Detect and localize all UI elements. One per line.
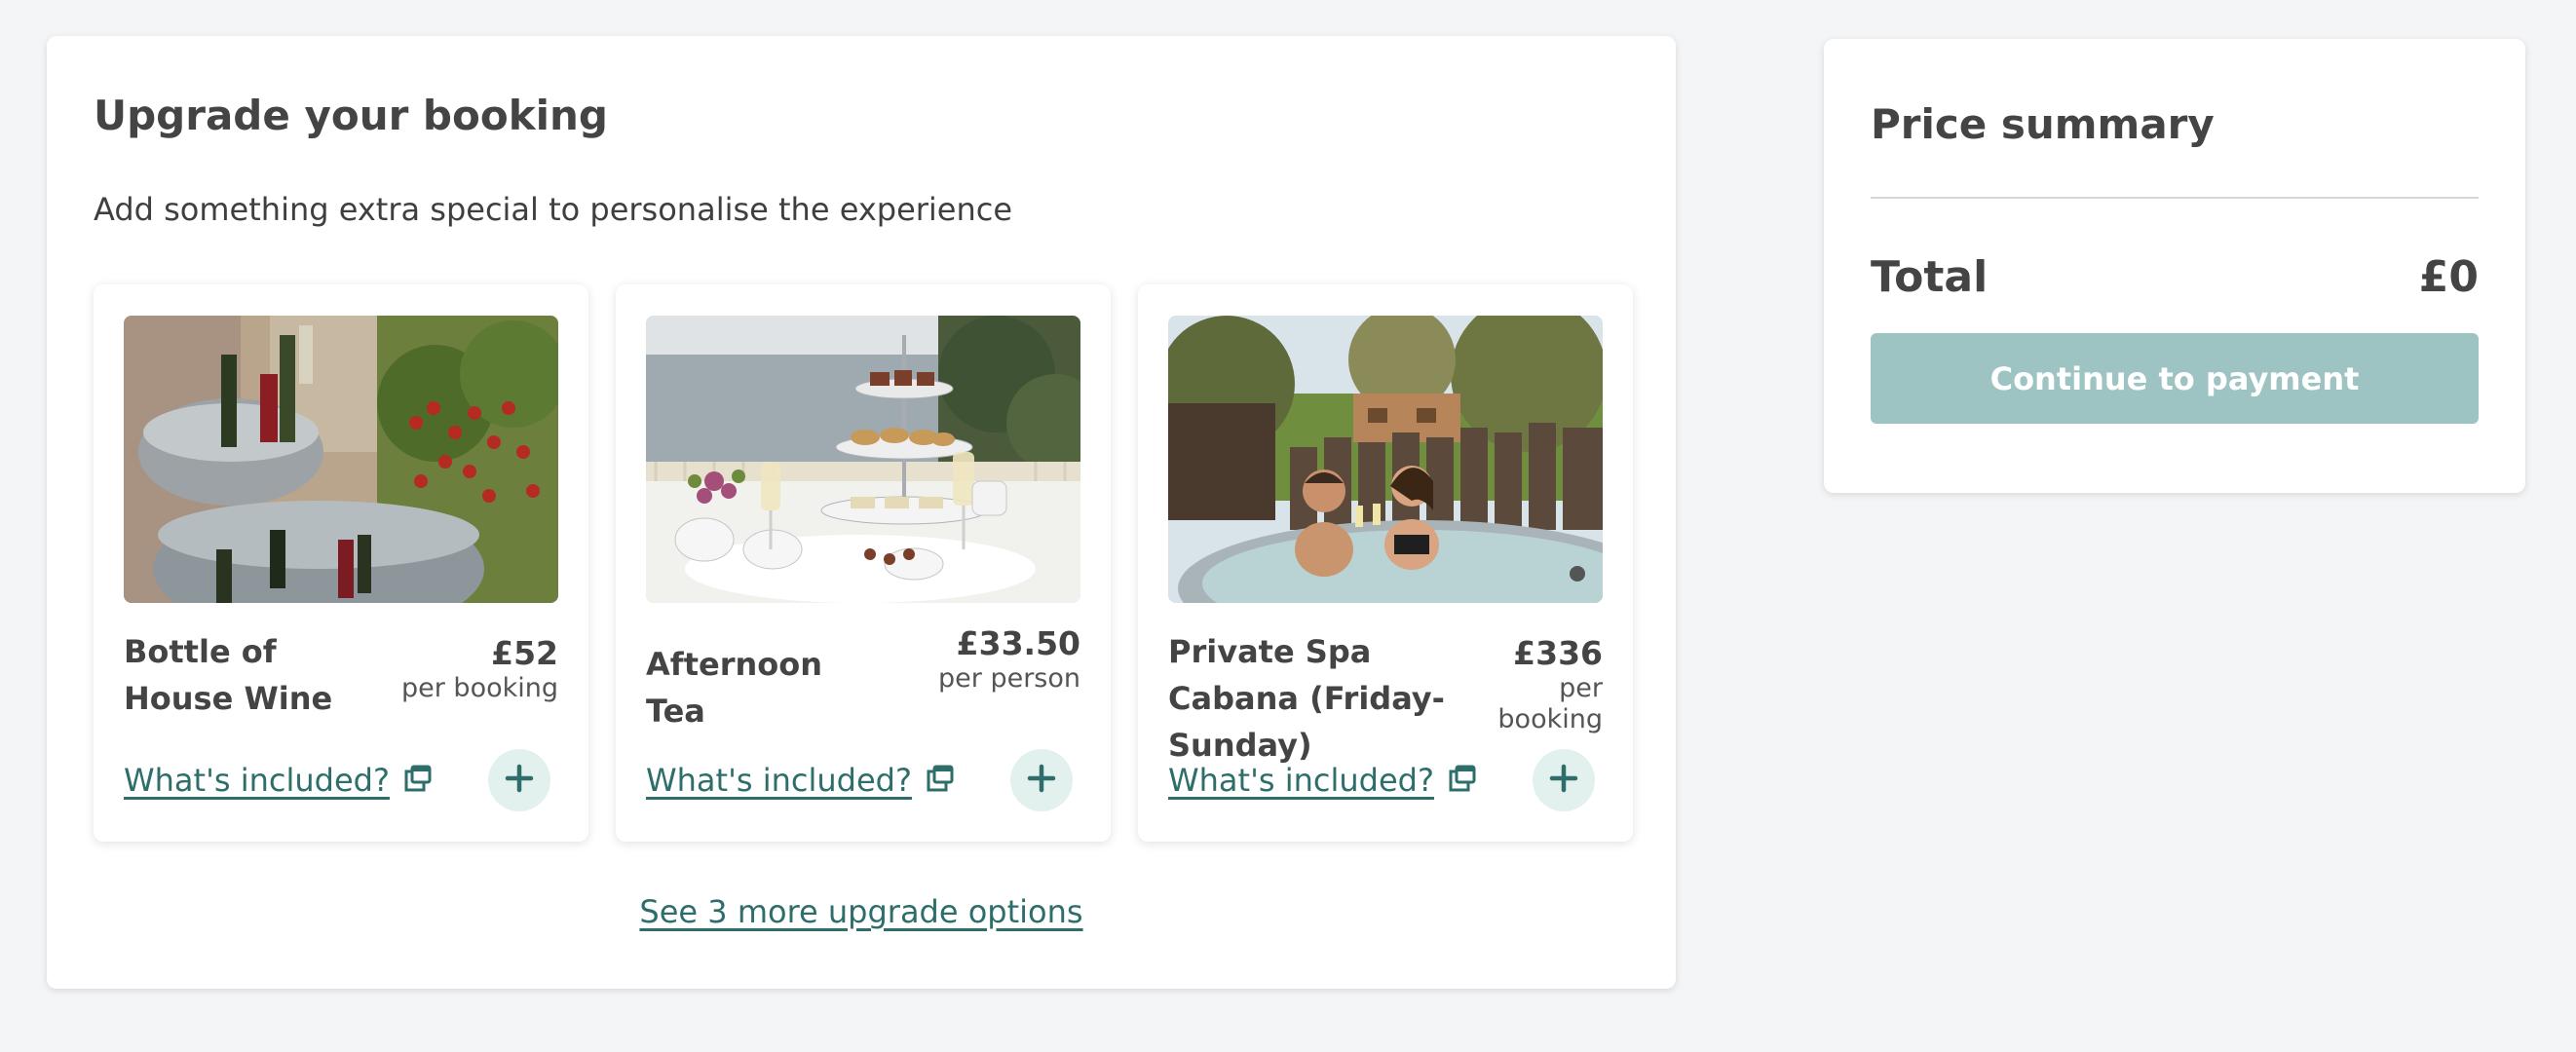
- whats-included-link[interactable]: What's included?: [1168, 762, 1477, 799]
- upgrade-price: £33.50: [956, 624, 1080, 662]
- whats-included-link[interactable]: What's included?: [646, 762, 955, 799]
- price-summary-title: Price summary: [1871, 100, 2215, 148]
- upgrade-card-afternoon-tea: Afternoon Tea £33.50 per person What's i…: [616, 284, 1111, 842]
- upgrade-panel: Upgrade your booking Add something extra…: [47, 36, 1676, 989]
- open-dialog-icon: [926, 764, 955, 797]
- upgrade-card-spa-cabana: Private Spa Cabana (Friday-Sunday) £336 …: [1138, 284, 1633, 842]
- upgrade-card-wine: Bottle of House Wine £52 per booking Wha…: [94, 284, 588, 842]
- upgrade-price-unit: per booking: [1497, 673, 1603, 734]
- plus-icon: [1549, 764, 1578, 797]
- add-upgrade-button[interactable]: [1010, 749, 1073, 811]
- total-value: £0: [2418, 252, 2479, 302]
- upgrade-title: Upgrade your booking: [94, 92, 608, 139]
- price-summary-panel: Price summary Total £0 Continue to payme…: [1824, 39, 2525, 493]
- open-dialog-icon: [1448, 764, 1477, 797]
- afternoon-tea-image: [646, 316, 1080, 603]
- continue-to-payment-button[interactable]: Continue to payment: [1871, 333, 2479, 424]
- add-upgrade-button[interactable]: [488, 749, 550, 811]
- upgrade-subtitle: Add something extra special to personali…: [94, 191, 1013, 228]
- upgrade-name: Afternoon Tea: [646, 646, 822, 730]
- spa-hot-tub-image: [1168, 316, 1603, 603]
- upgrade-price: £52: [491, 634, 558, 672]
- open-dialog-icon: [403, 764, 433, 797]
- upgrade-price-unit: per person: [938, 663, 1080, 694]
- add-upgrade-button[interactable]: [1533, 749, 1595, 811]
- whats-included-label: What's included?: [646, 762, 912, 799]
- plus-icon: [1027, 764, 1056, 797]
- whats-included-link[interactable]: What's included?: [124, 762, 433, 799]
- whats-included-label: What's included?: [1168, 762, 1434, 799]
- plus-icon: [505, 764, 534, 797]
- upgrade-cards: Bottle of House Wine £52 per booking Wha…: [94, 284, 1633, 842]
- upgrade-price: £336: [1513, 634, 1603, 672]
- more-upgrades-link[interactable]: See 3 more upgrade options: [47, 893, 1676, 930]
- summary-divider: [1871, 197, 2479, 199]
- wine-bottles-image: [124, 316, 558, 603]
- upgrade-price-unit: per booking: [401, 673, 558, 703]
- whats-included-label: What's included?: [124, 762, 390, 799]
- upgrade-name: Private Spa Cabana (Friday-Sunday): [1168, 633, 1445, 764]
- upgrade-name: Bottle of House Wine: [124, 633, 333, 717]
- total-label: Total: [1871, 252, 1989, 302]
- total-row: Total £0: [1871, 251, 2479, 304]
